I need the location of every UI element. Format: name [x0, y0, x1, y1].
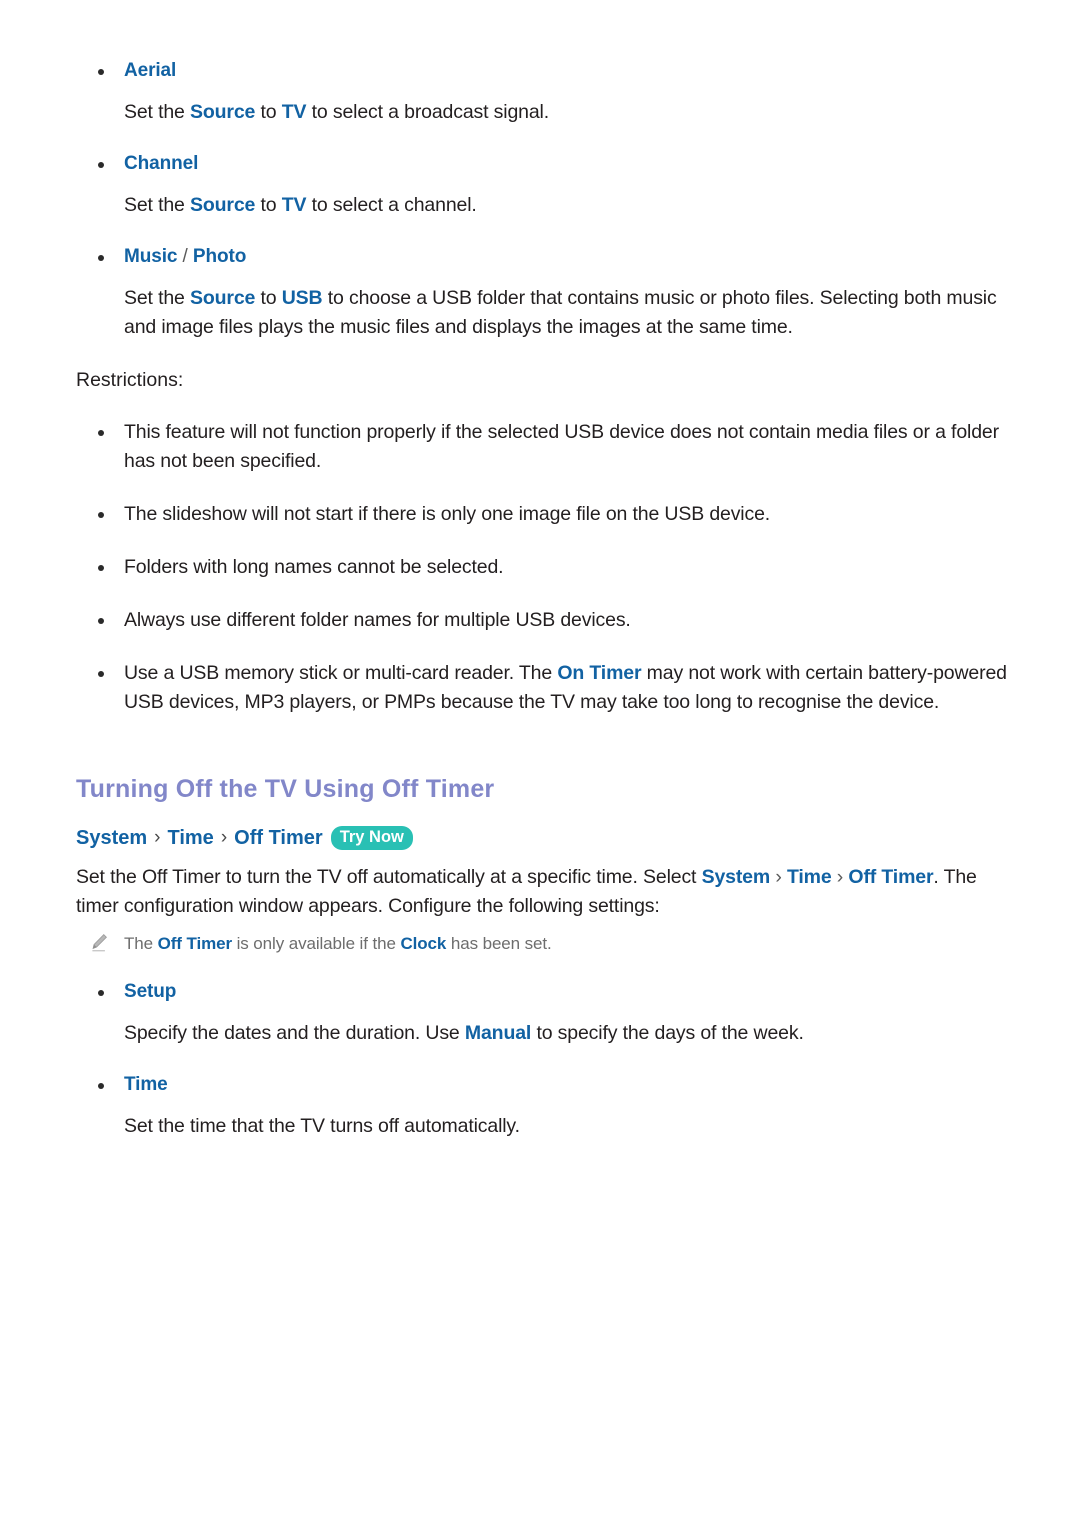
restriction-text: Folders with long names cannot be select…: [124, 556, 504, 578]
list-item: Always use different folder names for mu…: [76, 606, 1020, 635]
breadcrumb-item-system[interactable]: System: [76, 823, 147, 853]
breadcrumb-item-time[interactable]: Time: [167, 823, 213, 853]
restriction-text: The slideshow will not start if there is…: [124, 503, 771, 525]
bullet-dot-icon: [98, 618, 104, 624]
term-music-photo: Music / Photo: [124, 244, 1020, 270]
list-item: Setup: [76, 979, 1020, 1005]
list-item: This feature will not function properly …: [76, 418, 1020, 476]
breadcrumb: System › Time › Off Timer Try Now: [76, 823, 1020, 853]
bullet-dot-icon: [98, 430, 104, 436]
try-now-badge[interactable]: Try Now: [330, 826, 413, 850]
list-item: Time: [76, 1072, 1020, 1098]
term-channel: Channel: [124, 153, 199, 174]
bullet-dot-icon: [98, 990, 104, 996]
list-item: Aerial: [76, 58, 1020, 84]
chevron-right-icon: ›: [154, 827, 161, 848]
bullet-dot-icon: [98, 162, 104, 168]
list-item: The slideshow will not start if there is…: [76, 500, 1020, 529]
bullet-dot-icon: [98, 565, 104, 571]
restriction-text: Always use different folder names for mu…: [124, 609, 631, 631]
desc-aerial: Set the Source to TV to select a broadca…: [124, 101, 549, 123]
restriction-text: Use a USB memory stick or multi-card rea…: [124, 662, 1007, 713]
list-item: Folders with long names cannot be select…: [76, 553, 1020, 582]
desc-channel: Set the Source to TV to select a channel…: [124, 194, 477, 216]
pencil-icon: [88, 932, 110, 954]
term-aerial: Aerial: [124, 60, 177, 81]
page-title: Turning Off the TV Using Off Timer: [76, 775, 495, 803]
bullet-dot-icon: [98, 69, 104, 75]
section-intro: Set the Off Timer to turn the TV off aut…: [76, 866, 977, 917]
bullet-dot-icon: [98, 1083, 104, 1089]
bullet-dot-icon: [98, 512, 104, 518]
note-text: The Off Timer is only available if the C…: [124, 934, 552, 953]
list-item: Use a USB memory stick or multi-card rea…: [76, 659, 1020, 717]
term-slash: /: [177, 246, 193, 267]
restrictions-label: Restrictions:: [76, 369, 184, 391]
bullet-dot-icon: [98, 255, 104, 261]
document-page: Aerial Set the Source to TV to select a …: [0, 0, 1080, 1527]
bullet-dot-icon: [98, 671, 104, 677]
restriction-text: This feature will not function properly …: [124, 421, 999, 472]
term-photo: Photo: [192, 246, 247, 267]
list-item: Music / Photo: [76, 244, 1020, 270]
desc-setup: Specify the dates and the duration. Use …: [124, 1022, 804, 1044]
desc-time: Set the time that the TV turns off autom…: [124, 1115, 520, 1137]
term-time: Time: [124, 1074, 168, 1095]
chevron-right-icon: ›: [220, 827, 228, 848]
note-line: The Off Timer is only available if the C…: [76, 931, 1020, 957]
breadcrumb-item-off-timer[interactable]: Off Timer: [234, 823, 323, 853]
desc-music-photo: Set the Source to USB to choose a USB fo…: [124, 287, 997, 338]
list-item: Channel: [76, 151, 1020, 177]
term-music: Music: [124, 246, 178, 267]
term-setup: Setup: [124, 981, 177, 1002]
